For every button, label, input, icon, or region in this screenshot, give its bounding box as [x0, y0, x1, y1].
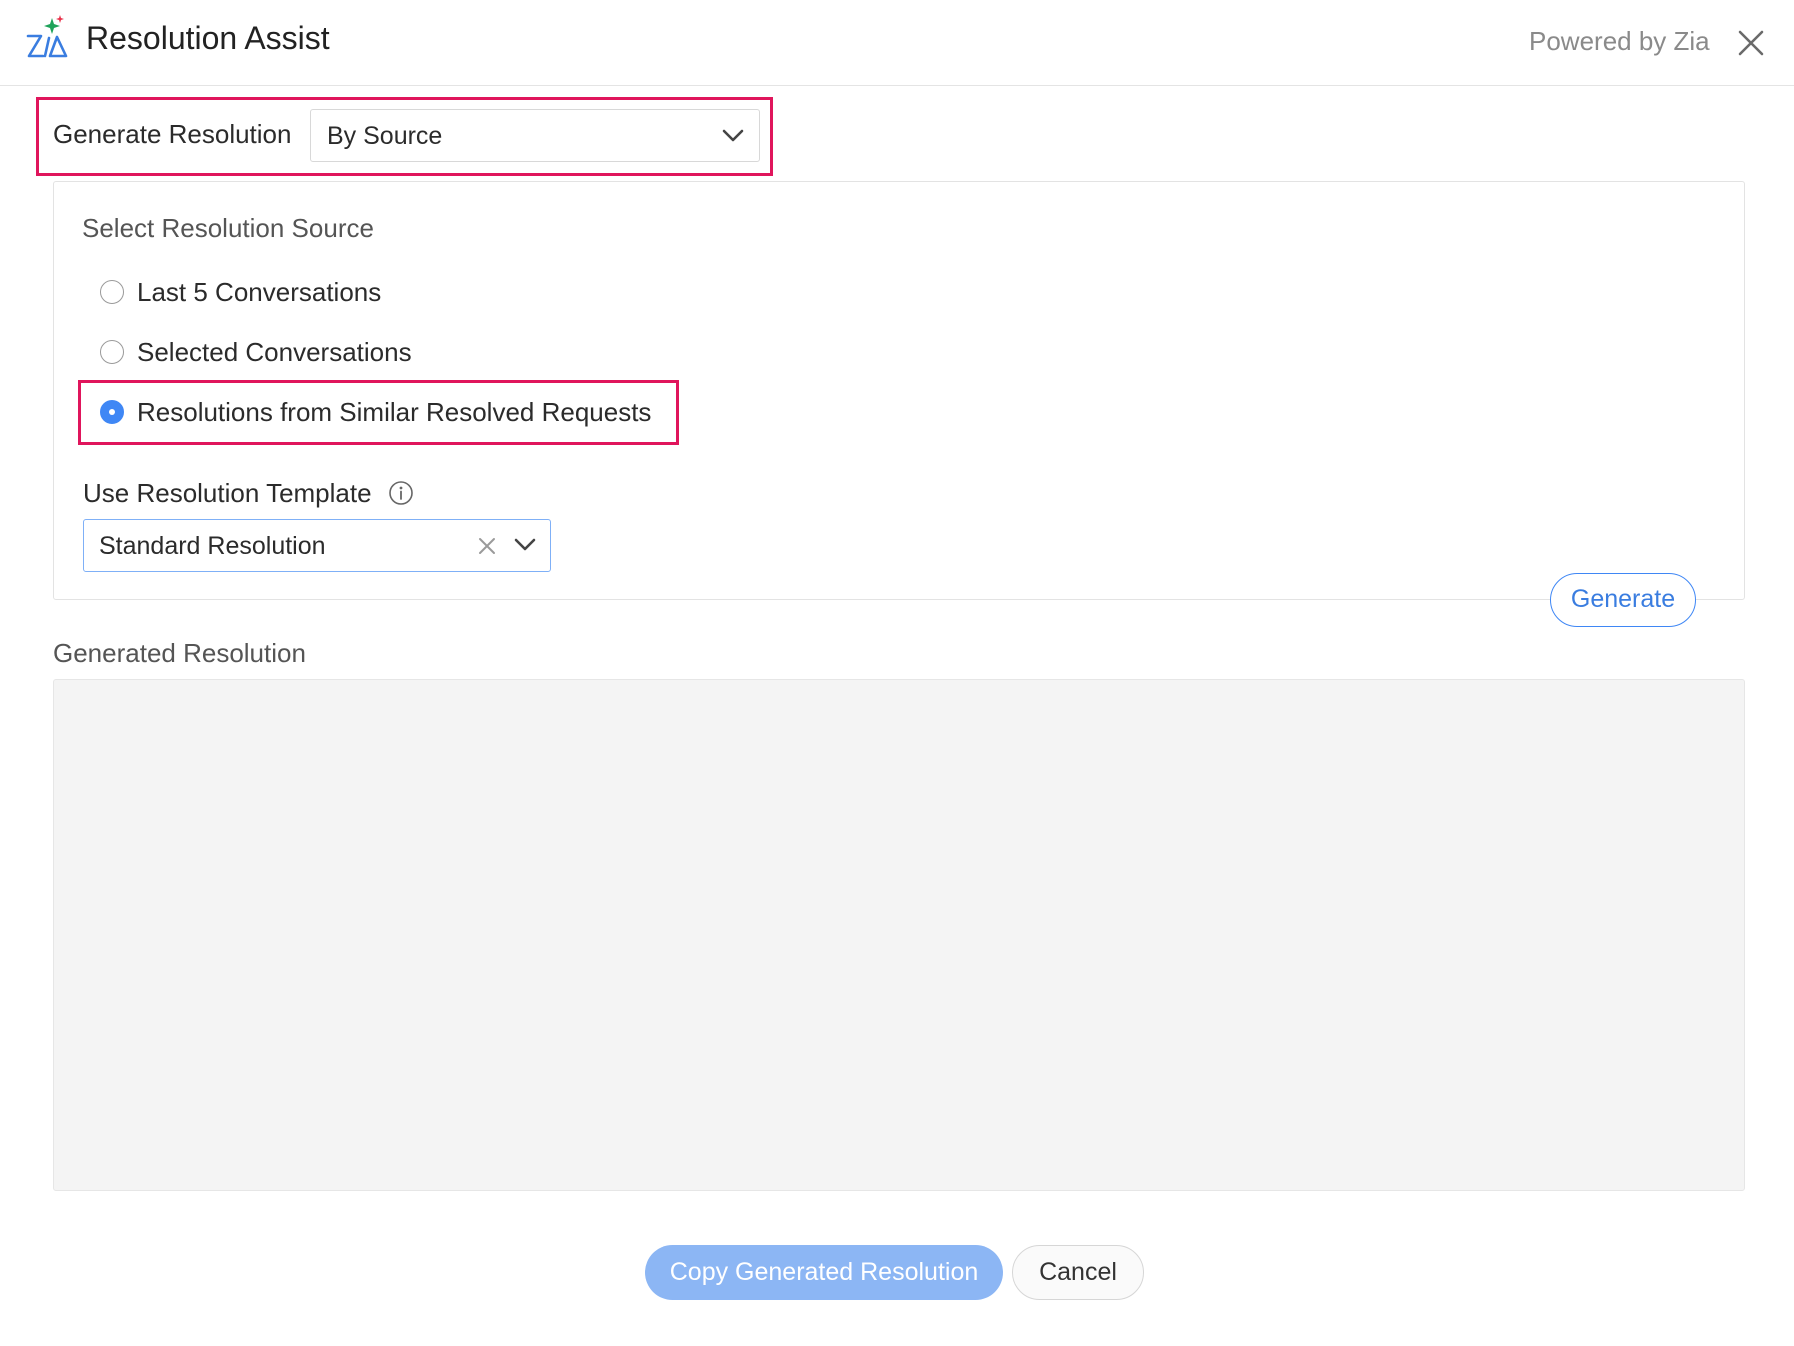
radio-selected-conversations[interactable]: Selected Conversations	[100, 335, 440, 371]
clear-icon[interactable]	[477, 536, 497, 556]
dialog-header: Resolution Assist Powered by Zia	[0, 0, 1794, 86]
close-icon[interactable]	[1736, 28, 1766, 58]
radio-label: Last 5 Conversations	[137, 277, 382, 307]
generate-resolution-label: Generate Resolution	[53, 119, 292, 149]
powered-by-label: Powered by Zia	[1529, 26, 1710, 56]
template-value: Standard Resolution	[99, 532, 326, 560]
generate-mode-select[interactable]: By Source	[310, 109, 760, 162]
generated-resolution-label: Generated Resolution	[53, 638, 306, 668]
generated-resolution-textarea[interactable]	[53, 679, 1745, 1191]
generate-mode-value: By Source	[327, 122, 443, 150]
radio-label: Resolutions from Similar Resolved Reques…	[137, 397, 652, 427]
radio-button[interactable]	[100, 340, 124, 364]
info-icon[interactable]	[388, 480, 414, 506]
zia-logo-icon	[26, 15, 68, 58]
radio-label: Selected Conversations	[137, 337, 412, 367]
radio-similar-resolved-requests[interactable]: Resolutions from Similar Resolved Reques…	[100, 395, 660, 431]
radio-button[interactable]	[100, 280, 124, 304]
dialog-title: Resolution Assist	[86, 20, 330, 56]
copy-generated-resolution-button[interactable]: Copy Generated Resolution	[645, 1245, 1003, 1300]
radio-button-selected[interactable]	[100, 400, 124, 424]
template-label: Use Resolution Template	[83, 478, 372, 508]
chevron-down-icon	[722, 129, 744, 142]
template-select[interactable]: Standard Resolution	[83, 519, 551, 572]
select-source-label: Select Resolution Source	[82, 213, 374, 243]
cancel-button[interactable]: Cancel	[1012, 1245, 1144, 1300]
radio-last-5-conversations[interactable]: Last 5 Conversations	[100, 275, 420, 311]
chevron-down-icon[interactable]	[514, 538, 536, 552]
generate-button[interactable]: Generate	[1550, 573, 1696, 627]
